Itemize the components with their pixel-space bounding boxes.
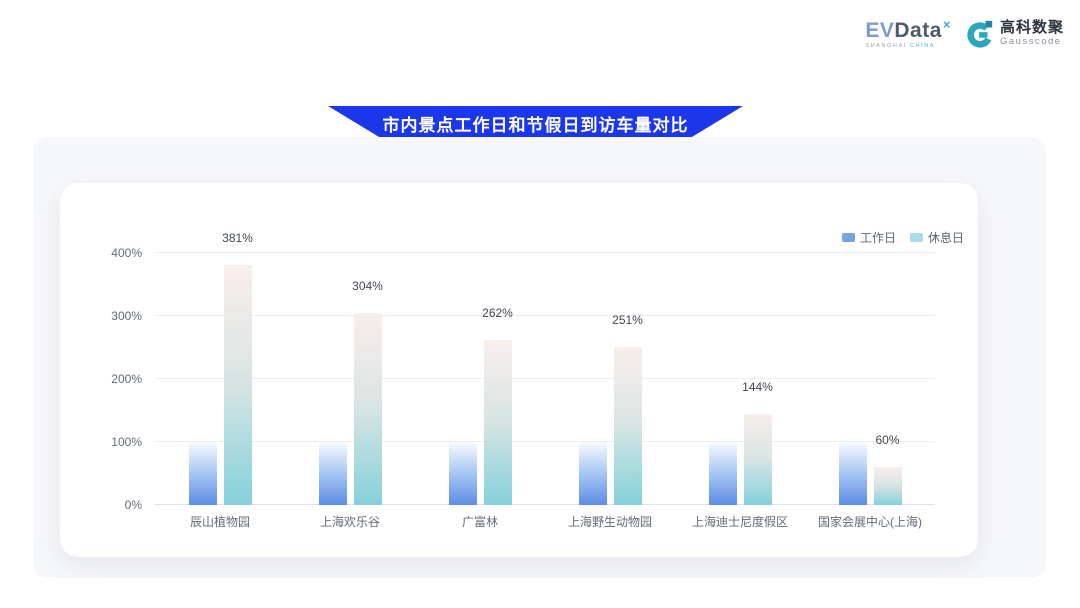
gausscode-text: 高科数聚 Gausscode	[1000, 20, 1064, 47]
bar-group-国家会展中心(上海): 60%国家会展中心(上海)	[805, 253, 935, 505]
bar-工作日-上海迪士尼度假区	[709, 442, 737, 505]
y-axis-tick-label: 100%	[111, 435, 142, 449]
page-root: { "header": { "evdata": { "ev": "EV", "d…	[0, 0, 1080, 608]
evdata-logo: EVData× SHANGHAI CHINA	[865, 18, 951, 50]
x-category-label: 国家会展中心(上海)	[818, 513, 922, 530]
legend-label: 休息日	[928, 229, 964, 246]
bar-value-label: 262%	[482, 306, 513, 323]
legend-item-休息日[interactable]: 休息日	[910, 229, 964, 246]
bar-工作日-辰山植物园	[189, 442, 217, 505]
bar-休息日-上海迪士尼度假区	[744, 414, 772, 505]
x-category-label: 辰山植物园	[190, 513, 250, 530]
bar-工作日-广富林	[449, 442, 477, 505]
evdata-data: Data	[894, 19, 942, 42]
legend-label: 工作日	[860, 229, 896, 246]
bar-group-上海欢乐谷: 304%上海欢乐谷	[285, 253, 415, 505]
page-title: 市内景点工作日和节假日到访车量对比	[383, 111, 689, 136]
bar-group-广富林: 262%广富林	[415, 253, 545, 505]
header-logos: EVData× SHANGHAI CHINA 高科数聚 Gausscode	[865, 18, 1064, 50]
y-axis-tick-label: 400%	[111, 246, 142, 260]
title-banner: 市内景点工作日和节假日到访车量对比	[328, 106, 743, 140]
chart-plot: 0%100%200%300%400%381%辰山植物园304%上海欢乐谷262%…	[155, 253, 935, 505]
bar-工作日-国家会展中心(上海)	[839, 442, 867, 505]
bar-工作日-上海欢乐谷	[319, 442, 347, 505]
gausscode-en: Gausscode	[1000, 37, 1064, 47]
gausscode-logo: 高科数聚 Gausscode	[965, 19, 1064, 49]
legend-item-工作日[interactable]: 工作日	[842, 229, 896, 246]
bar-value-label: 381%	[222, 231, 253, 248]
bar-group-上海迪士尼度假区: 144%上海迪士尼度假区	[675, 253, 805, 505]
evdata-ev: EV	[865, 19, 894, 42]
bar-value-label: 251%	[612, 313, 643, 330]
y-axis-tick-label: 200%	[111, 372, 142, 386]
bar-休息日-上海欢乐谷	[354, 313, 382, 505]
evdata-wordmark: EVData×	[865, 18, 951, 41]
legend-swatch-icon	[842, 233, 855, 242]
y-axis-tick-label: 300%	[111, 309, 142, 323]
chart-card: 工作日休息日 0%100%200%300%400%381%辰山植物园304%上海…	[60, 183, 978, 557]
evdata-x-icon: ×	[943, 17, 951, 32]
bar-休息日-广富林	[484, 340, 512, 505]
evdata-caption: SHANGHAI CHINA	[865, 44, 951, 50]
bar-group-辰山植物园: 381%辰山植物园	[155, 253, 285, 505]
bar-休息日-上海野生动物园	[614, 347, 642, 505]
x-category-label: 广富林	[462, 513, 498, 530]
bar-group-上海野生动物园: 251%上海野生动物园	[545, 253, 675, 505]
bar-value-label: 144%	[742, 380, 773, 397]
x-category-label: 上海迪士尼度假区	[692, 513, 788, 530]
bar-休息日-辰山植物园	[224, 265, 252, 505]
chart-legend: 工作日 休息日	[842, 229, 964, 246]
x-category-label: 上海欢乐谷	[320, 513, 380, 530]
gausscode-g-icon	[965, 19, 995, 49]
legend-swatch-icon	[910, 233, 923, 242]
gausscode-cn: 高科数聚	[1000, 20, 1064, 37]
bar-休息日-国家会展中心(上海)	[874, 467, 902, 505]
y-axis-tick-label: 0%	[125, 498, 142, 512]
bar-value-label: 60%	[875, 433, 899, 450]
bar-工作日-上海野生动物园	[579, 442, 607, 505]
bar-value-label: 304%	[352, 279, 383, 296]
x-category-label: 上海野生动物园	[568, 513, 652, 530]
